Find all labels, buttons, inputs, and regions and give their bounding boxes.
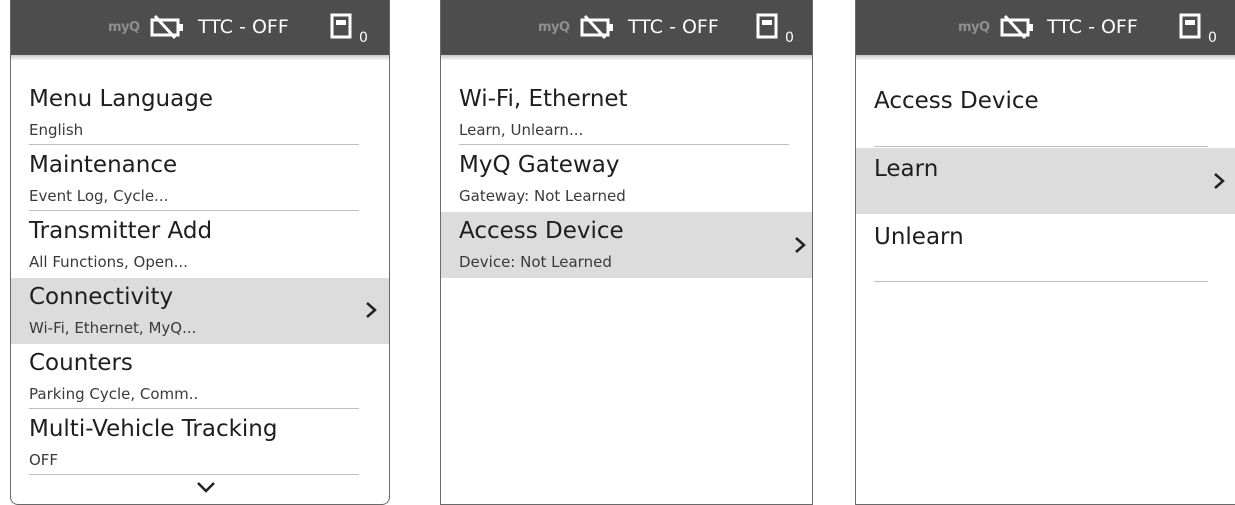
menu-item-subtitle: English	[29, 121, 84, 139]
chevron-down-icon[interactable]	[196, 481, 216, 493]
myq-logo: myQ	[108, 20, 140, 35]
chevron-right-icon	[795, 237, 806, 253]
menu-item-subtitle: Learn, Unlearn...	[459, 121, 584, 139]
divider	[874, 146, 1208, 147]
ttc-status: TTC - OFF	[628, 16, 719, 38]
menu-item-subtitle: Parking Cycle, Comm..	[29, 385, 199, 403]
menu-item-myq-gateway[interactable]: MyQ Gateway Gateway: Not Learned	[441, 146, 812, 212]
divider	[459, 144, 789, 145]
menu-item-title: MyQ Gateway	[459, 152, 620, 178]
connectivity-screen: myQ TTC - OFF 0 Wi-Fi, Ethernet Learn, U…	[440, 0, 813, 505]
menu-item-subtitle: Device: Not Learned	[459, 253, 612, 271]
menu-item-maintenance[interactable]: Maintenance Event Log, Cycle...	[11, 146, 389, 212]
menu-item-wifi-ethernet[interactable]: Wi-Fi, Ethernet Learn, Unlearn...	[441, 80, 812, 146]
menu-item-title: Unlearn	[874, 224, 964, 250]
chevron-right-icon	[366, 302, 377, 318]
menu-item-title: Wi-Fi, Ethernet	[459, 86, 628, 112]
device-count: 0	[1208, 30, 1217, 46]
device-count: 0	[359, 30, 368, 46]
menu-item-subtitle: OFF	[29, 451, 59, 469]
battery-crossed-icon	[580, 14, 613, 40]
divider	[29, 408, 359, 409]
device-box-icon	[1179, 13, 1201, 39]
chevron-right-icon	[1214, 173, 1225, 189]
menu-item-connectivity[interactable]: Connectivity Wi-Fi, Ethernet, MyQ...	[11, 278, 389, 344]
menu-item-title: Access Device	[459, 218, 624, 244]
menu-item-title: Counters	[29, 350, 133, 376]
menu-item-subtitle: All Functions, Open...	[29, 253, 188, 271]
menu-item-title: Connectivity	[29, 284, 174, 310]
divider	[29, 144, 359, 145]
page-title: Access Device	[874, 88, 1039, 114]
menu-item-subtitle: Wi-Fi, Ethernet, MyQ...	[29, 319, 197, 337]
device-count: 0	[785, 30, 794, 46]
status-bar: myQ TTC - OFF 0	[441, 0, 812, 61]
menu-item-counters[interactable]: Counters Parking Cycle, Comm..	[11, 344, 389, 410]
menu-item-title: Transmitter Add	[29, 218, 213, 244]
battery-crossed-icon	[150, 14, 183, 40]
menu-item-access-device[interactable]: Access Device Device: Not Learned	[441, 212, 812, 278]
menu-item-unlearn[interactable]: Unlearn	[856, 214, 1235, 282]
menu-item-title: Learn	[874, 156, 939, 182]
status-bar: myQ TTC - OFF 0	[856, 0, 1235, 61]
ttc-status: TTC - OFF	[1047, 16, 1138, 38]
menu-item-learn[interactable]: Learn	[856, 148, 1235, 214]
menu-item-transmitter-add[interactable]: Transmitter Add All Functions, Open...	[11, 212, 389, 278]
menu-item-title: Menu Language	[29, 86, 213, 112]
menu-item-title: Maintenance	[29, 152, 178, 178]
menu-item-subtitle: Event Log, Cycle...	[29, 187, 169, 205]
ttc-status: TTC - OFF	[198, 16, 289, 38]
menu-item-multi-vehicle-tracking[interactable]: Multi-Vehicle Tracking OFF	[11, 410, 389, 476]
divider	[29, 474, 359, 475]
divider	[874, 281, 1208, 282]
battery-crossed-icon	[1000, 14, 1033, 40]
menu-item-subtitle: Gateway: Not Learned	[459, 187, 626, 205]
device-box-icon	[330, 13, 352, 39]
menu-item-menu-language[interactable]: Menu Language English	[11, 80, 389, 146]
device-box-icon	[756, 13, 778, 39]
main-menu-screen: myQ TTC - OFF 0 Menu Language English Ma…	[10, 0, 390, 505]
access-device-screen: myQ TTC - OFF 0 Access Device Learn Unle…	[855, 0, 1235, 505]
myq-logo: myQ	[958, 20, 990, 35]
myq-logo: myQ	[538, 20, 570, 35]
status-bar: myQ TTC - OFF 0	[11, 0, 389, 61]
divider	[29, 210, 359, 211]
menu-item-title: Multi-Vehicle Tracking	[29, 416, 278, 442]
